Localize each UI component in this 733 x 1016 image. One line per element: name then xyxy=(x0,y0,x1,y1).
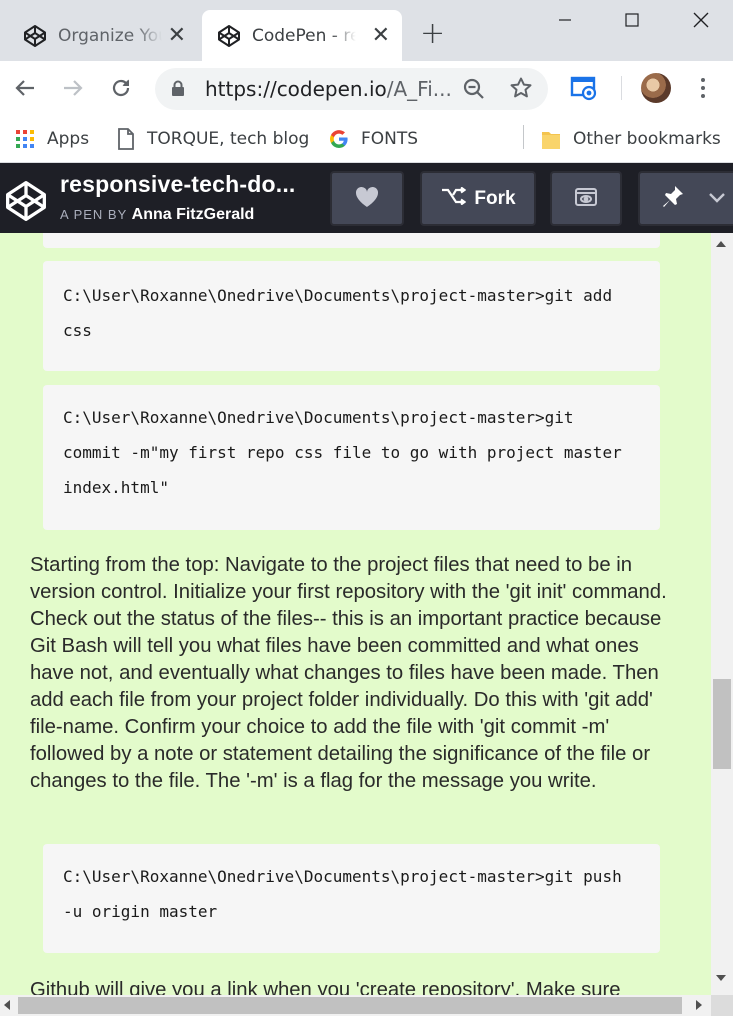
more-menu-icon[interactable] xyxy=(694,73,712,103)
folder-icon xyxy=(541,128,561,150)
close-window-button[interactable] xyxy=(678,6,724,34)
vertical-scrollbar[interactable] xyxy=(711,233,733,995)
bookmark-label: TORQUE, tech blog xyxy=(147,129,310,149)
bookmark-label: FONTS xyxy=(361,129,419,149)
heart-icon xyxy=(355,186,379,212)
tab-organize[interactable]: Organize Your ✕ xyxy=(8,10,198,61)
change-view-button[interactable] xyxy=(550,171,622,226)
pin-icon xyxy=(662,185,684,213)
new-tab-button[interactable]: + xyxy=(420,19,445,49)
back-button[interactable] xyxy=(10,73,40,103)
bookmark-fonts[interactable]: FONTS xyxy=(329,125,418,153)
byline-prefix: A PEN BY xyxy=(60,207,128,222)
horizontal-scrollbar[interactable] xyxy=(0,995,711,1016)
fork-icon xyxy=(440,186,474,211)
zoom-out-icon[interactable] xyxy=(462,77,486,105)
view-layout-icon xyxy=(574,187,598,211)
body-paragraph: Github will give you a link when you 'cr… xyxy=(30,979,621,995)
scroll-thumb[interactable] xyxy=(18,997,682,1014)
scroll-up-icon[interactable] xyxy=(716,241,726,247)
codepen-header: responsive-tech-do... A PEN BY Anna Fitz… xyxy=(0,163,733,233)
tab-title: Organize Your xyxy=(58,25,162,46)
apps-grid-icon xyxy=(15,129,35,149)
body-paragraph: Starting from the top: Navigate to the p… xyxy=(30,554,667,792)
fork-button[interactable]: Fork xyxy=(420,171,536,226)
scrollbar-corner xyxy=(711,995,733,1016)
address-bar[interactable]: https://codepen.io/A_Fi... xyxy=(155,68,548,110)
toolbar-divider xyxy=(621,76,622,100)
google-g-icon xyxy=(329,129,349,149)
scroll-down-icon[interactable] xyxy=(716,975,726,981)
pen-preview: C:\User\Roxanne\Onedrive\Documents\proje… xyxy=(0,233,711,995)
scroll-right-icon[interactable] xyxy=(696,1000,702,1010)
bookmark-star-icon[interactable] xyxy=(509,76,533,104)
scroll-thumb[interactable] xyxy=(713,679,731,769)
pen-byline: A PEN BY Anna FitzGerald xyxy=(60,206,254,224)
code-block: C:\User\Roxanne\Onedrive\Documents\proje… xyxy=(43,261,660,371)
browser-toolbar: https://codepen.io/A_Fi... xyxy=(0,61,733,116)
bookmark-apps[interactable]: Apps xyxy=(15,125,89,153)
url-path: /A_Fi... xyxy=(386,77,452,101)
bookmarks-divider xyxy=(523,125,524,149)
minimize-button[interactable] xyxy=(542,6,588,34)
code-text: C:\User\Roxanne\Onedrive\Documents\proje… xyxy=(63,867,632,921)
code-text: C:\User\Roxanne\Onedrive\Documents\proje… xyxy=(63,408,632,497)
forward-button[interactable] xyxy=(58,73,88,103)
close-tab-icon[interactable]: ✕ xyxy=(168,24,186,47)
tab-title: CodePen - re xyxy=(252,25,356,46)
chevron-down-icon[interactable] xyxy=(707,190,727,209)
url-host: https://codepen.io xyxy=(205,77,387,101)
page-icon xyxy=(117,128,135,150)
maximize-button[interactable] xyxy=(609,6,655,34)
profile-avatar[interactable] xyxy=(641,73,671,103)
tab-strip: Organize Your ✕ CodePen - re ✕ + xyxy=(0,0,733,61)
bookmark-label: Other bookmarks xyxy=(573,129,721,149)
tab-codepen[interactable]: CodePen - re ✕ xyxy=(202,10,402,61)
code-block xyxy=(43,233,660,248)
codepen-logo-icon[interactable] xyxy=(4,179,48,227)
author-link[interactable]: Anna FitzGerald xyxy=(132,206,255,223)
bookmark-other[interactable]: Other bookmarks xyxy=(541,125,721,153)
bookmark-label: Apps xyxy=(47,129,90,149)
reload-button[interactable] xyxy=(106,73,136,103)
screen-capture-extension-icon[interactable] xyxy=(570,75,598,105)
code-text: C:\User\Roxanne\Onedrive\Documents\proje… xyxy=(63,286,622,340)
close-tab-icon[interactable]: ✕ xyxy=(372,24,390,47)
lock-icon xyxy=(171,80,185,101)
bookmarks-bar: Apps TORQUE, tech blog FONTS Other bookm… xyxy=(0,116,733,163)
scroll-left-icon[interactable] xyxy=(4,1000,10,1010)
codepen-icon xyxy=(216,23,242,49)
like-button[interactable] xyxy=(330,171,404,226)
codepen-icon xyxy=(22,23,48,49)
code-block: C:\User\Roxanne\Onedrive\Documents\proje… xyxy=(43,844,660,953)
code-block: C:\User\Roxanne\Onedrive\Documents\proje… xyxy=(43,385,660,530)
url-text: https://codepen.io/A_Fi... xyxy=(205,77,452,101)
pen-title[interactable]: responsive-tech-do... xyxy=(60,171,296,198)
bookmark-torque[interactable]: TORQUE, tech blog xyxy=(117,125,309,153)
fork-label: Fork xyxy=(474,187,516,209)
